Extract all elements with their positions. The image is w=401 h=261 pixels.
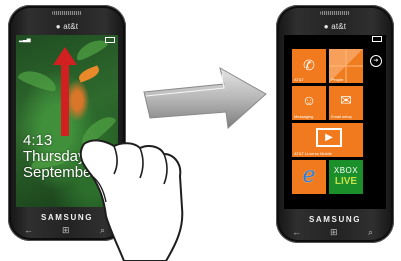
swipe-up-arrow-head	[53, 47, 77, 65]
tile-people-label: People	[331, 77, 344, 82]
status-bar	[372, 36, 382, 44]
speaker-grille	[320, 11, 350, 15]
tile-messaging[interactable]: ☺ Messaging	[292, 86, 326, 120]
tile-people[interactable]: People	[329, 49, 363, 83]
search-key-icon[interactable]: ⌕	[368, 227, 373, 237]
hand-illustration-icon	[79, 139, 184, 261]
brand-logo: SAMSUNG	[308, 215, 362, 224]
tile-internet-explorer[interactable]: e	[292, 160, 326, 194]
speaker-grille	[52, 11, 82, 15]
carrier-logo: ● at&t	[55, 22, 79, 31]
xbox-label: XBOX	[333, 166, 359, 175]
carrier-logo: ● at&t	[323, 22, 347, 31]
tile-video-label: AT&T U-verse Mobile	[294, 151, 332, 156]
live-label: LIVE	[334, 176, 358, 187]
signal-icon: ▂▃▅	[19, 37, 31, 43]
transition-arrow-icon	[143, 66, 267, 130]
tile-email-label: Email setup	[331, 114, 352, 119]
tile-xbox-live[interactable]: XBOX LIVE	[329, 160, 363, 194]
lock-time: 4:13	[23, 132, 53, 149]
battery-icon	[372, 36, 382, 42]
tile-phone[interactable]: ✆ AT&T	[292, 49, 326, 83]
all-apps-arrow-icon[interactable]: ➔	[370, 55, 382, 67]
back-key-icon[interactable]: ←	[24, 225, 33, 235]
back-key-icon[interactable]: ←	[292, 227, 301, 237]
messaging-icon: ☺	[301, 92, 317, 108]
tile-email[interactable]: ✉ Email setup	[329, 86, 363, 120]
tile-phone-label: AT&T	[294, 77, 304, 82]
tile-messaging-label: Messaging	[294, 114, 314, 119]
phone-icon: ✆	[303, 57, 315, 73]
battery-icon	[105, 37, 115, 43]
tile-video[interactable]: ▶ AT&T U-verse Mobile	[292, 123, 363, 157]
email-icon: ✉	[340, 92, 352, 108]
swipe-up-arrow-shaft	[61, 64, 69, 136]
start-screen[interactable]: ✆ AT&T People ➔ ☺ Messaging ✉ Email setu…	[284, 35, 386, 209]
right-phone: ● at&t ✆ AT&T People ➔ ☺ Messaging ✉ Ema…	[276, 5, 394, 243]
start-key-icon[interactable]: ⊞	[330, 227, 338, 237]
video-play-icon: ▶	[316, 128, 342, 147]
internet-explorer-icon: e	[302, 163, 316, 188]
start-key-icon[interactable]: ⊞	[62, 225, 70, 235]
